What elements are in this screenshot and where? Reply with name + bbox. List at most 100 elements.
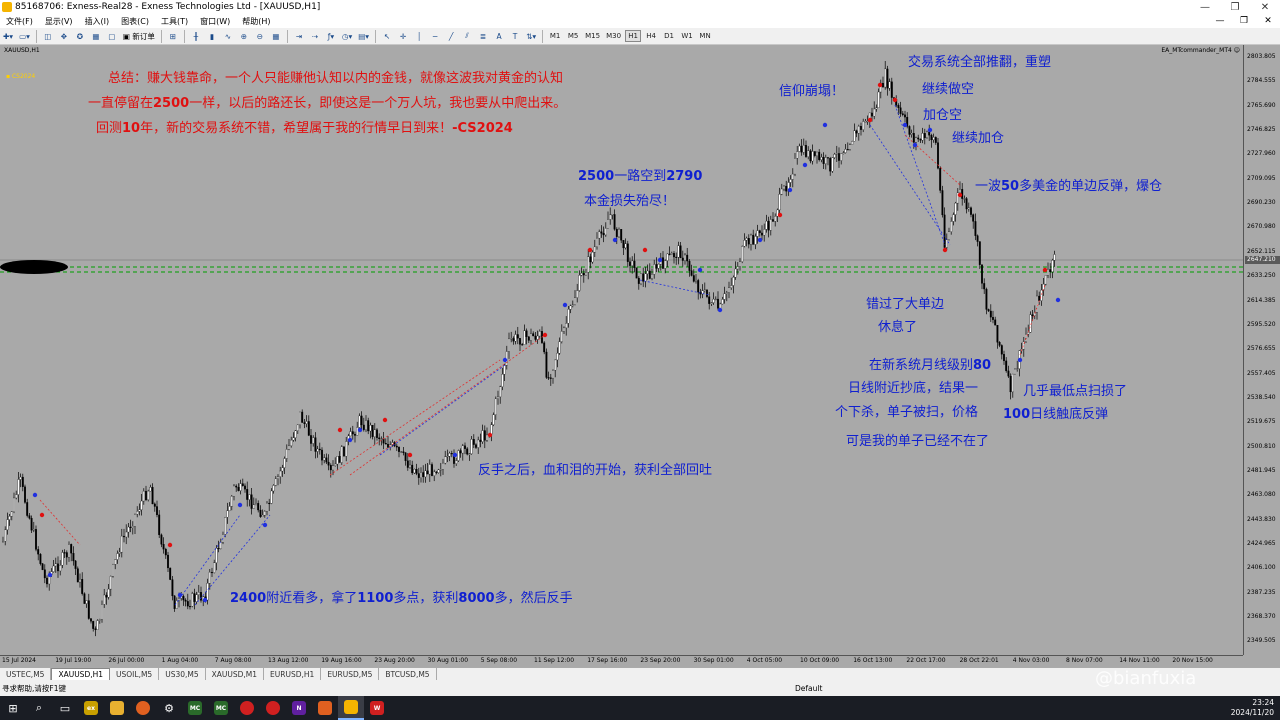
bullish-candle [734, 268, 737, 278]
maximize-button[interactable]: ❐ [1220, 2, 1250, 13]
mdi-restore-button[interactable]: ❐ [1232, 16, 1256, 26]
timeframe-m1[interactable]: M1 [547, 30, 563, 42]
bearish-candle [527, 336, 530, 341]
timeframe-h1[interactable]: H1 [625, 30, 642, 42]
tab-usoil-m5[interactable]: USOIL,M5 [110, 668, 160, 680]
new-chart-icon[interactable]: ✚▾ [1, 29, 15, 43]
zoom-out-icon[interactable]: ⊖ [253, 29, 267, 43]
new-order-button[interactable]: ▣ 新订单 [121, 29, 157, 43]
data-window-icon[interactable]: ✥ [57, 29, 71, 43]
wps-app-icon[interactable]: W [364, 696, 390, 720]
tester-icon[interactable]: ▢ [105, 29, 119, 43]
arrows-icon[interactable]: ⇅▾ [524, 29, 538, 43]
browser-icon[interactable] [130, 696, 156, 720]
menu-window[interactable]: 窗口(W) [194, 16, 236, 27]
menu-tools[interactable]: 工具(T) [155, 16, 194, 27]
status-profile[interactable]: Default [795, 684, 995, 693]
profiles-icon[interactable]: ▭▾ [17, 29, 32, 43]
price-chart[interactable] [0, 45, 1243, 655]
metatrader-2-icon[interactable]: MC [208, 696, 234, 720]
chart-app-icon[interactable] [312, 696, 338, 720]
timeframe-m5[interactable]: M5 [565, 30, 581, 42]
tab-xauusd-m1[interactable]: XAUUSD,M1 [206, 668, 265, 680]
settings-gear-icon[interactable]: ⚙ [156, 696, 182, 720]
crosshair-icon[interactable]: ✛ [396, 29, 410, 43]
bearish-candle [184, 599, 187, 602]
minimize-button[interactable]: — [1190, 2, 1220, 13]
tab-xauusd-h1[interactable]: XAUUSD,H1 [51, 668, 111, 680]
bullish-candle [607, 219, 609, 229]
task-view-icon[interactable]: ▭ [52, 696, 78, 720]
indicators-icon[interactable]: ƒ▾ [324, 29, 338, 43]
mdi-close-button[interactable]: ✕ [1256, 16, 1280, 26]
close-button[interactable]: ✕ [1250, 2, 1280, 13]
bearish-candle [466, 448, 469, 455]
price-axis[interactable]: 2803.805 2784.555 2765.690 2746.825 2727.960… [1243, 45, 1280, 655]
cursor-icon[interactable]: ↖ [380, 29, 394, 43]
bearish-candle [629, 261, 631, 266]
bar-chart-icon[interactable]: ╫ [189, 29, 203, 43]
tab-us30-m5[interactable]: US30,M5 [159, 668, 206, 680]
timeframe-m30[interactable]: M30 [604, 30, 623, 42]
zoom-in-icon[interactable]: ⊕ [237, 29, 251, 43]
tab-ustec-m5[interactable]: USTEC,M5 [0, 668, 52, 680]
bullish-candle [197, 592, 200, 595]
mdi-minimize-button[interactable]: — [1208, 16, 1232, 26]
navigator-icon[interactable]: ✪ [73, 29, 87, 43]
timeframe-w1[interactable]: W1 [679, 30, 695, 42]
bullish-candle [59, 565, 62, 572]
label-icon[interactable]: T [508, 29, 522, 43]
bullish-candle [732, 277, 735, 286]
tab-btcusd-m5[interactable]: BTCUSD,M5 [379, 668, 437, 680]
templates-icon[interactable]: ▤▾ [356, 29, 371, 43]
tab-eurusd-h1[interactable]: EURUSD,H1 [264, 668, 322, 680]
bullish-candle [85, 600, 88, 604]
channel-icon[interactable]: ⫽ [460, 29, 474, 43]
note-rebound: 一波50多美金的单边反弹，爆仓 [975, 175, 1162, 194]
line-chart-icon[interactable]: ∿ [221, 29, 235, 43]
note-new-system-b: 80 [973, 358, 992, 373]
horizontal-line-icon[interactable]: ─ [428, 29, 442, 43]
timeframe-mn[interactable]: MN [697, 30, 713, 42]
bearish-candle [534, 335, 537, 340]
tab-eurusd-m5[interactable]: EURUSD,M5 [321, 668, 380, 680]
summary-line-3-b: 10 [122, 121, 141, 136]
mt4-taskbar-icon[interactable] [338, 696, 364, 720]
text-icon[interactable]: A [492, 29, 506, 43]
metatrader-icon[interactable]: MC [182, 696, 208, 720]
search-icon[interactable]: ⌕ [26, 696, 52, 720]
bearish-candle [998, 342, 1001, 346]
vertical-line-icon[interactable]: │ [412, 29, 426, 43]
candlestick-icon[interactable]: ▮ [205, 29, 219, 43]
time-axis[interactable]: 15 Jul 2024 19 Jul 19:00 26 Jul 00:00 1 Aug… [0, 655, 1243, 667]
chart-shift-icon[interactable]: ⇥ [292, 29, 306, 43]
timeframe-h4[interactable]: H4 [643, 30, 659, 42]
bearish-candle [633, 260, 636, 268]
bearish-candle [899, 107, 902, 114]
exness-app-icon[interactable]: ex [78, 696, 104, 720]
menu-file[interactable]: 文件(F) [0, 16, 39, 27]
autotrading-icon[interactable]: ⊞ [166, 29, 180, 43]
fibonacci-icon[interactable]: ≣ [476, 29, 490, 43]
tile-windows-icon[interactable]: ▦ [269, 29, 283, 43]
chart-window[interactable]: XAUUSD,H1 EA_MTcommander_MT4 ☺ ▪ CS2024 … [0, 45, 1280, 667]
menu-view[interactable]: 显示(V) [39, 16, 79, 27]
windows-start-icon[interactable]: ⊞ [0, 696, 26, 720]
system-clock[interactable]: 23:24 2024/11/20 [1231, 698, 1274, 718]
red-app-icon[interactable] [234, 696, 260, 720]
menu-help[interactable]: 帮助(H) [236, 16, 276, 27]
market-watch-icon[interactable]: ◫ [41, 29, 55, 43]
expert-advisor-label: EA_MTcommander_MT4 ☺ [1161, 47, 1240, 54]
timeframe-m15[interactable]: M15 [583, 30, 602, 42]
red-app-2-icon[interactable] [260, 696, 286, 720]
periods-icon[interactable]: ◷▾ [340, 29, 354, 43]
file-explorer-icon[interactable] [104, 696, 130, 720]
timeframe-d1[interactable]: D1 [661, 30, 677, 42]
autoscroll-icon[interactable]: ⇢ [308, 29, 322, 43]
menu-insert[interactable]: 插入(I) [79, 16, 116, 27]
terminal-icon[interactable]: ▦ [89, 29, 103, 43]
bearish-candle [343, 446, 345, 457]
trendline-icon[interactable]: ╱ [444, 29, 458, 43]
next-app-icon[interactable]: N [286, 696, 312, 720]
menu-charts[interactable]: 图表(C) [115, 16, 155, 27]
